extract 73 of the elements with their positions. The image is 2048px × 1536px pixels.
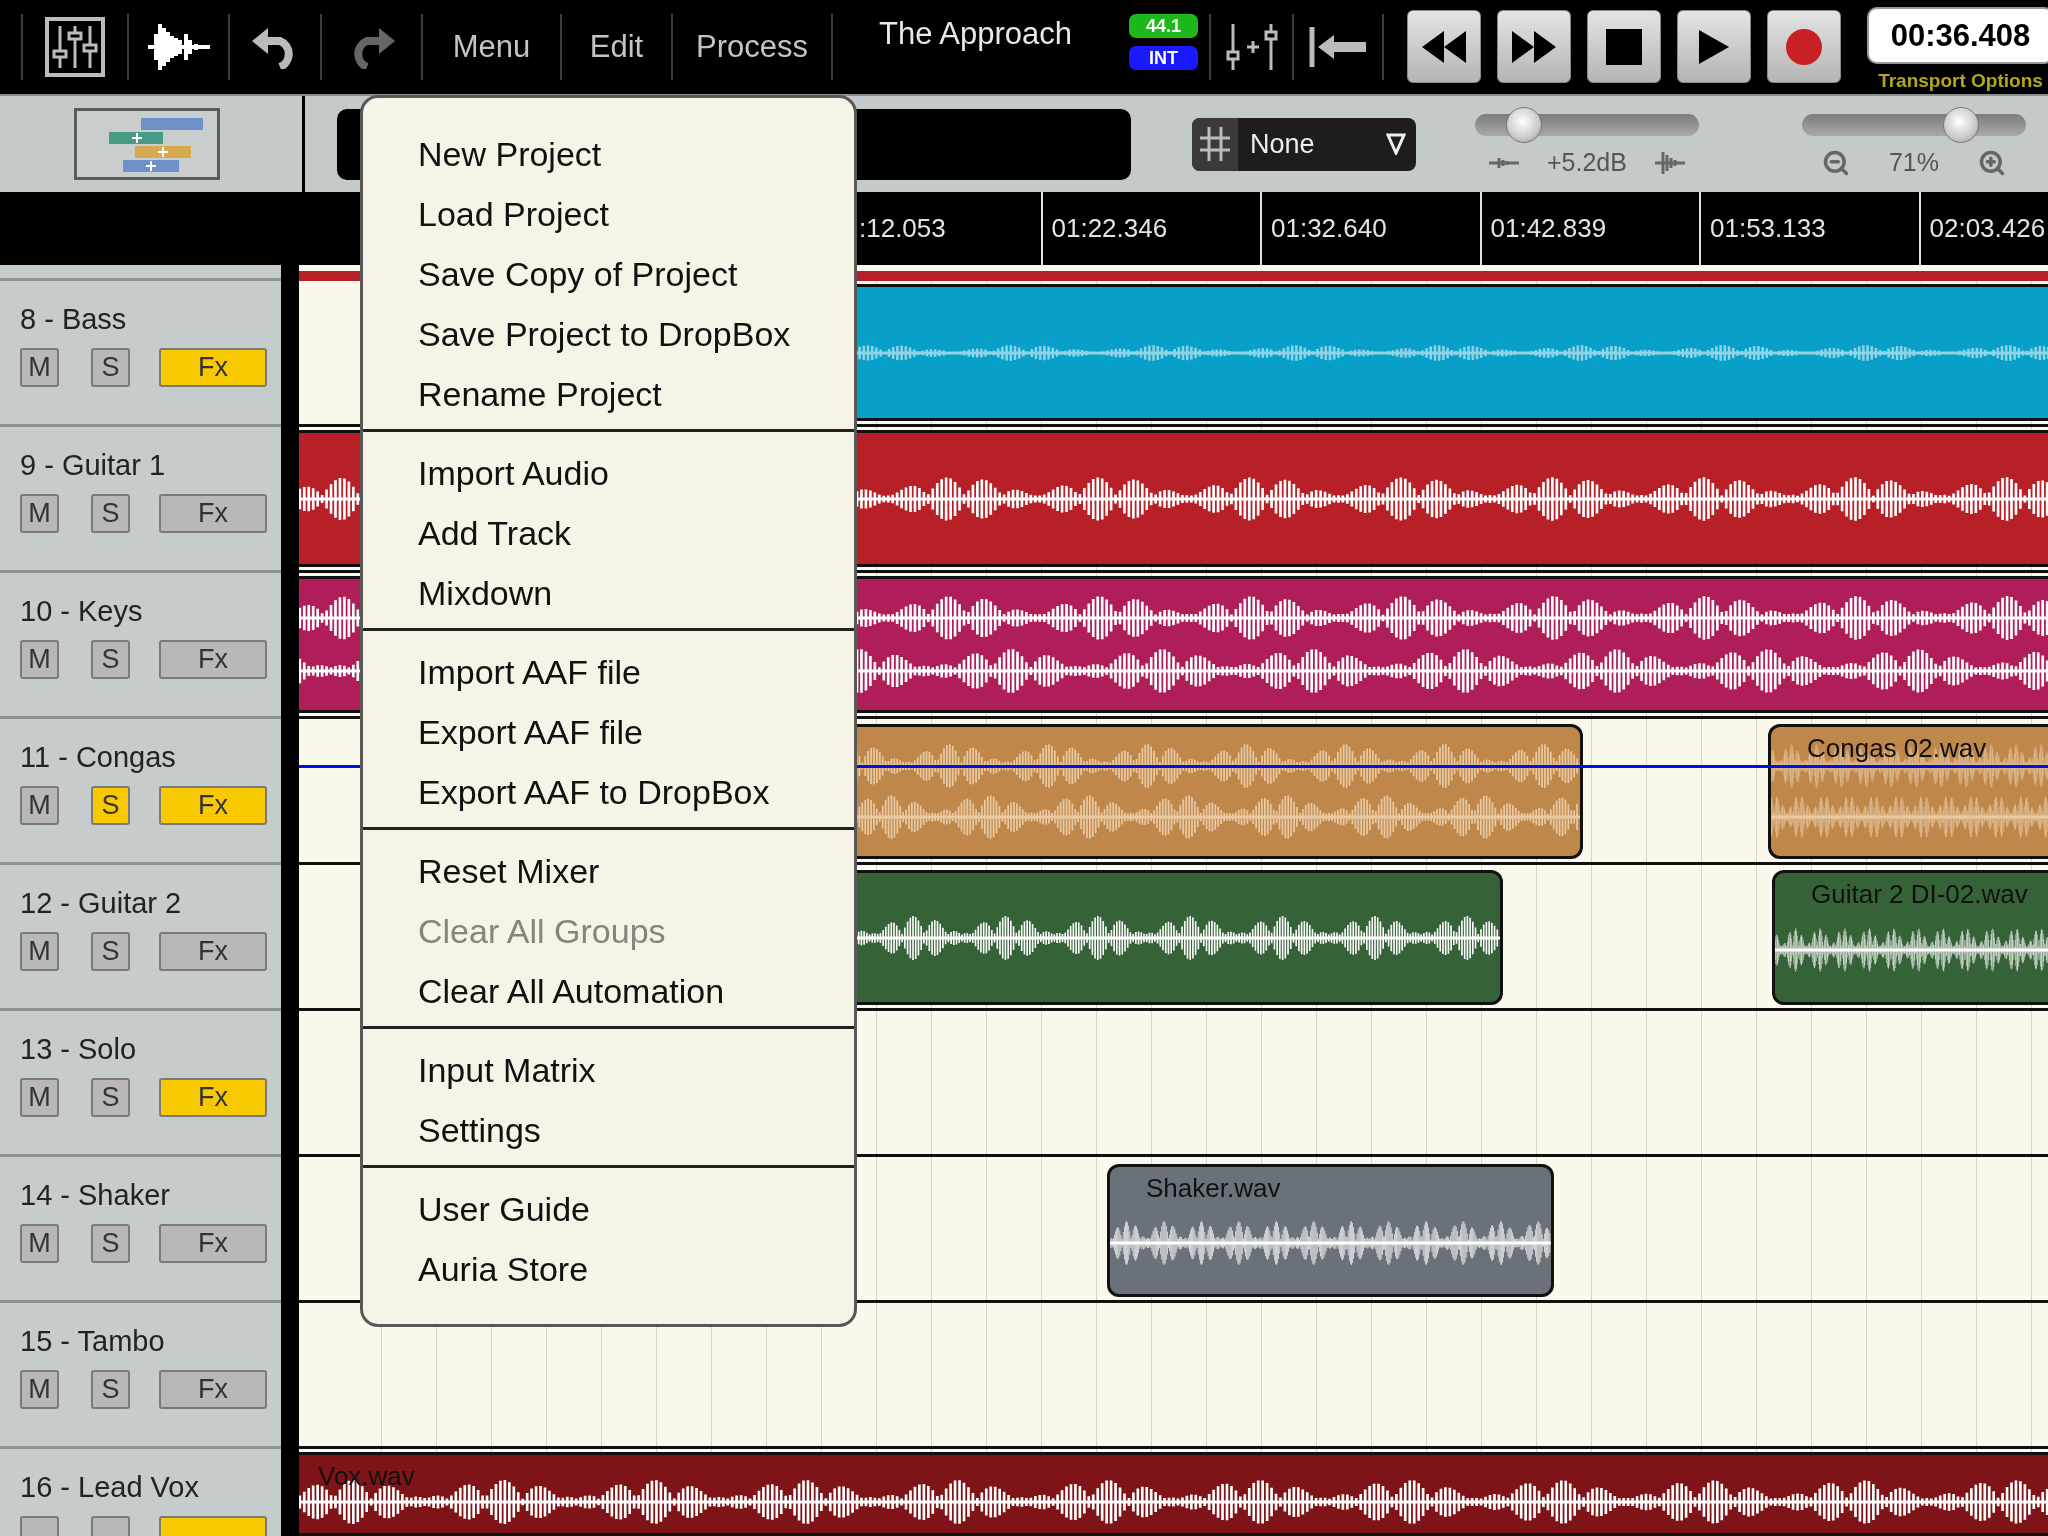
fx-button[interactable]: Fx [159,348,267,387]
menu-item[interactable]: Settings [363,1100,854,1160]
menu-item[interactable]: Load Project [363,184,854,244]
zoom-reading: 71% [1888,148,1939,177]
menu-item[interactable]: Import Audio [363,443,854,503]
menu-item[interactable]: Reset Mixer [363,841,854,901]
menu-button[interactable]: Edit [562,0,671,94]
clip-name: Vox.wav [317,1460,415,1492]
fx-button[interactable]: Fx [159,786,267,825]
solo-button[interactable]: S [91,348,130,387]
fx-button[interactable]: Fx [159,1078,267,1117]
snap-dropdown[interactable]: None [1192,117,1416,171]
time-display[interactable]: 00:36.408 [1867,7,2048,64]
menu-item[interactable]: Clear All Automation [363,961,854,1021]
menu-item[interactable]: New Project [363,124,854,184]
clock-source-badge: INT [1129,46,1198,70]
ruler-time: 01:53.133 [1710,213,1826,244]
ruler-time: 01:22.346 [1051,213,1168,244]
solo-button[interactable]: S [91,1078,130,1117]
solo-button[interactable]: S [91,786,130,825]
ruler-time: :12.053 [859,213,946,244]
mute-button[interactable]: M [20,932,59,971]
menu-item[interactable]: Import AAF file [363,642,854,702]
transport-options-link[interactable]: Transport Options [1878,70,2043,92]
menu-item[interactable]: Rename Project [363,364,854,424]
fx-button[interactable]: Fx [159,932,267,971]
solo-button[interactable]: S [91,932,130,971]
audio-clip[interactable]: Shaker.wav [1107,1164,1554,1297]
menu-item[interactable]: Export AAF to DropBox [363,762,854,822]
track-name: 10 - Keys [20,595,144,628]
mute-button[interactable]: M [20,494,59,533]
clip-name: Congas 02.wav [1806,732,1987,764]
ruler-time: 01:32.640 [1271,213,1387,244]
track-name: 14 - Shaker [20,1179,171,1212]
track-name: 15 - Tambo [20,1325,166,1358]
clip-name: Guitar 2 DI-02.wav [1810,878,2028,910]
ruler-time: 01:42.839 [1490,213,1607,244]
menu-item[interactable]: Add Track [363,503,854,563]
clip-name: Shaker.wav [1145,1172,1281,1204]
track-name: 16 - Lead Vox [20,1471,200,1504]
solo-button[interactable]: S [91,1370,130,1409]
mute-button[interactable]: M [20,1224,59,1263]
ruler-time: 02:03.426 [1929,213,2046,244]
mute-button[interactable]: M [20,640,59,679]
fx-button[interactable]: Fx [159,640,267,679]
menu-item[interactable]: Mixdown [363,563,854,623]
track-name: 11 - Congas [20,741,177,774]
mute-button[interactable]: M [20,348,59,387]
track-name: 9 - Guitar 1 [20,449,167,482]
fx-button[interactable]: Fx [159,1224,267,1263]
fx-button[interactable]: Fx [159,1370,267,1409]
solo-button[interactable]: S [91,1224,130,1263]
fx-button[interactable]: Fx [159,494,267,533]
menu-item[interactable]: User Guide [363,1179,854,1239]
solo-button[interactable]: S [91,494,130,533]
solo-button[interactable]: S [91,640,130,679]
mute-button[interactable]: M [20,786,59,825]
menu-item[interactable]: Save Project to DropBox [363,304,854,364]
menu-item[interactable]: Save Copy of Project [363,244,854,304]
track-name: 12 - Guitar 2 [20,887,183,920]
menu-button[interactable]: Menu [423,0,560,94]
menu-item[interactable]: Input Matrix [363,1040,854,1100]
menu-button[interactable]: Process [673,0,831,94]
mute-button[interactable]: M [20,1078,59,1117]
audio-clip[interactable]: Congas 02.wav [1768,724,2048,859]
mute-button[interactable]: M [20,1370,59,1409]
sample-rate-badge: 44.1 [1129,14,1198,38]
project-title: The Approach [879,16,1072,52]
track-name: 13 - Solo [20,1033,138,1066]
menu-item[interactable]: Export AAF file [363,702,854,762]
volume-reading: +5.2dB [1547,148,1627,177]
track-name: 8 - Bass [20,303,128,336]
menu-item[interactable]: Auria Store [363,1239,854,1299]
